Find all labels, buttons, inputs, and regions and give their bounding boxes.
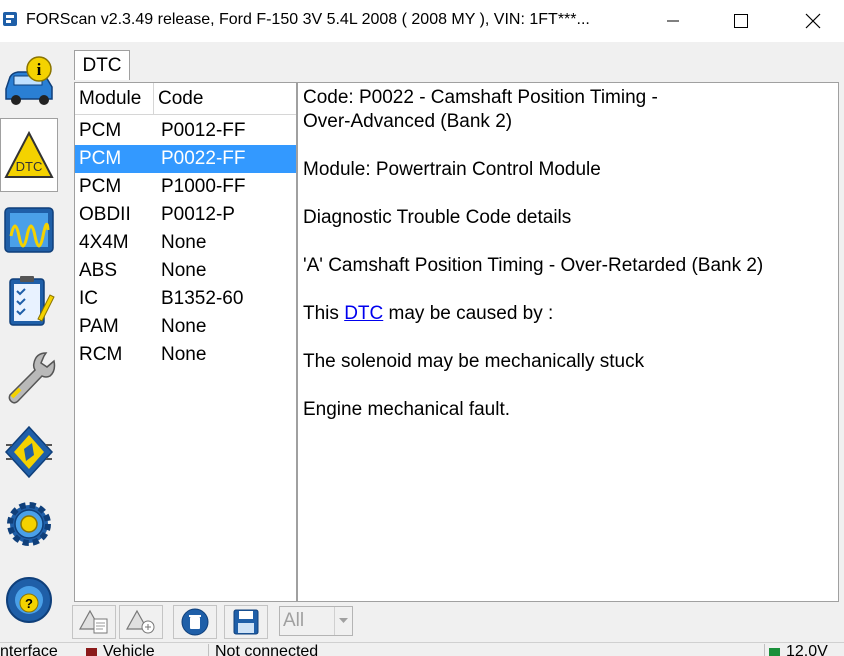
row-code: None <box>161 344 207 365</box>
gear-icon <box>7 502 51 546</box>
svg-text:?: ? <box>25 596 33 611</box>
detail-cause-1: The solenoid may be mechanically stuck <box>303 351 645 372</box>
delete-button[interactable] <box>173 605 217 639</box>
oscilloscope-icon <box>4 207 54 253</box>
column-header-module[interactable]: Module <box>75 83 154 114</box>
status-interface: nterface <box>0 643 58 656</box>
table-row[interactable]: IC B1352-60 <box>75 285 296 313</box>
close-button[interactable] <box>790 0 836 42</box>
detail-code-line1: Code: P0022 - Camshaft Position Timing - <box>303 87 658 108</box>
sidebar-item-settings[interactable] <box>0 488 58 560</box>
svg-text:i: i <box>37 60 42 79</box>
sidebar-item-help[interactable]: ? <box>0 562 58 634</box>
tab-dtc-label: DTC <box>82 54 122 76</box>
dtc-list: Module Code PCM P0012-FF PCM P0022-FF PCM P… <box>74 82 297 602</box>
status-connection: Not connected <box>208 644 318 656</box>
trash-icon <box>181 608 209 636</box>
sidebar-item-oscilloscope[interactable] <box>0 194 58 266</box>
row-module: PCM <box>79 120 122 141</box>
status-vehicle-label: Vehicle <box>103 643 155 656</box>
status-vehicle: Vehicle <box>86 644 155 656</box>
tab-dtc[interactable]: DTC <box>74 50 130 80</box>
window-title: FORScan v2.3.49 release, Ford F-150 3V 5… <box>26 11 590 28</box>
dtc-list-header: Module Code <box>75 83 296 115</box>
detail-section-heading: Diagnostic Trouble Code details <box>303 207 572 228</box>
dtc-rows: PCM P0012-FF PCM P0022-FF PCM P1000-FF OBDI… <box>75 117 296 369</box>
chevron-down-icon <box>334 607 352 635</box>
table-row[interactable]: PAM None <box>75 313 296 341</box>
sidebar-item-dtc[interactable]: DTC <box>0 118 58 192</box>
minimize-icon <box>667 20 679 22</box>
maximize-icon <box>734 14 748 28</box>
status-voltage-label: 12.0V <box>786 643 828 656</box>
sidebar-item-service[interactable] <box>0 340 58 412</box>
row-code: P0022-FF <box>161 148 246 169</box>
row-module: RCM <box>79 344 123 365</box>
car-info-icon: i <box>5 56 53 105</box>
warning-doc-icon <box>78 609 108 634</box>
row-code: P1000-FF <box>161 176 246 197</box>
table-row[interactable]: RCM None <box>75 341 296 369</box>
read-dtc-button[interactable] <box>72 605 116 639</box>
table-row[interactable]: ABS None <box>75 257 296 285</box>
row-module: 4X4M <box>79 232 129 253</box>
row-code: None <box>161 316 207 337</box>
detail-cause-intro: This DTC may be caused by : <box>303 303 553 325</box>
status-bar: nterface Vehicle Not connected 12.0V <box>0 642 844 656</box>
row-code: P0012-FF <box>161 120 246 141</box>
warning-clear-icon <box>125 609 155 634</box>
status-voltage: 12.0V <box>764 644 828 656</box>
sidebar-item-configuration[interactable] <box>0 416 58 488</box>
save-button[interactable] <box>224 605 268 639</box>
dtc-details-panel: Code: P0022 - Camshaft Position Timing -… <box>297 82 839 602</box>
detail-module: Module: Powertrain Control Module <box>303 159 601 180</box>
row-module: PCM <box>79 148 122 169</box>
sidebar-item-vehicle-info[interactable]: i <box>0 42 58 114</box>
close-icon <box>805 13 821 29</box>
row-module: ABS <box>79 260 118 281</box>
row-module: PAM <box>79 316 119 337</box>
table-row[interactable]: PCM P1000-FF <box>75 173 296 201</box>
dtc-warning-icon: DTC <box>4 130 54 178</box>
table-row[interactable]: PCM P0012-FF <box>75 117 296 145</box>
dtc-link[interactable]: DTC <box>344 303 383 324</box>
help-steering-icon: ? <box>6 577 52 623</box>
row-code: None <box>161 260 207 281</box>
filter-dropdown[interactable]: All <box>279 606 353 636</box>
detail-cause-2: Engine mechanical fault. <box>303 399 511 420</box>
table-row[interactable]: OBDII P0012-P <box>75 201 296 229</box>
table-row[interactable]: 4X4M None <box>75 229 296 257</box>
detail-description: 'A' Camshaft Position Timing - Over-Reta… <box>303 255 764 276</box>
left-toolbar: i DTC ? <box>0 42 60 655</box>
row-module: PCM <box>79 176 122 197</box>
row-code: B1352-60 <box>161 288 244 309</box>
detail-code-line2: Over-Advanced (Bank 2) <box>303 111 513 132</box>
wrench-icon <box>8 352 56 404</box>
checklist-icon <box>9 276 55 326</box>
sidebar-item-checklist[interactable] <box>0 266 58 338</box>
forscan-app-icon <box>3 12 17 26</box>
cause-prefix: This <box>303 303 345 324</box>
row-module: IC <box>79 288 98 309</box>
title-bar: FORScan v2.3.49 release, Ford F-150 3V 5… <box>0 0 844 42</box>
table-row-selected[interactable]: PCM P0022-FF <box>75 145 296 173</box>
maximize-button[interactable] <box>718 0 764 42</box>
bottom-toolbar: All <box>60 602 844 642</box>
row-module: OBDII <box>79 204 131 225</box>
save-icon <box>233 609 259 635</box>
chip-icon <box>4 425 54 479</box>
cause-suffix: may be caused by : <box>383 303 554 324</box>
row-code: None <box>161 232 207 253</box>
column-header-code[interactable]: Code <box>154 83 203 114</box>
dtc-icon-label: DTC <box>16 159 43 174</box>
row-code: P0012-P <box>161 204 235 225</box>
filter-dropdown-value: All <box>283 610 305 631</box>
clear-dtc-button[interactable] <box>119 605 163 639</box>
minimize-button[interactable] <box>650 0 696 42</box>
